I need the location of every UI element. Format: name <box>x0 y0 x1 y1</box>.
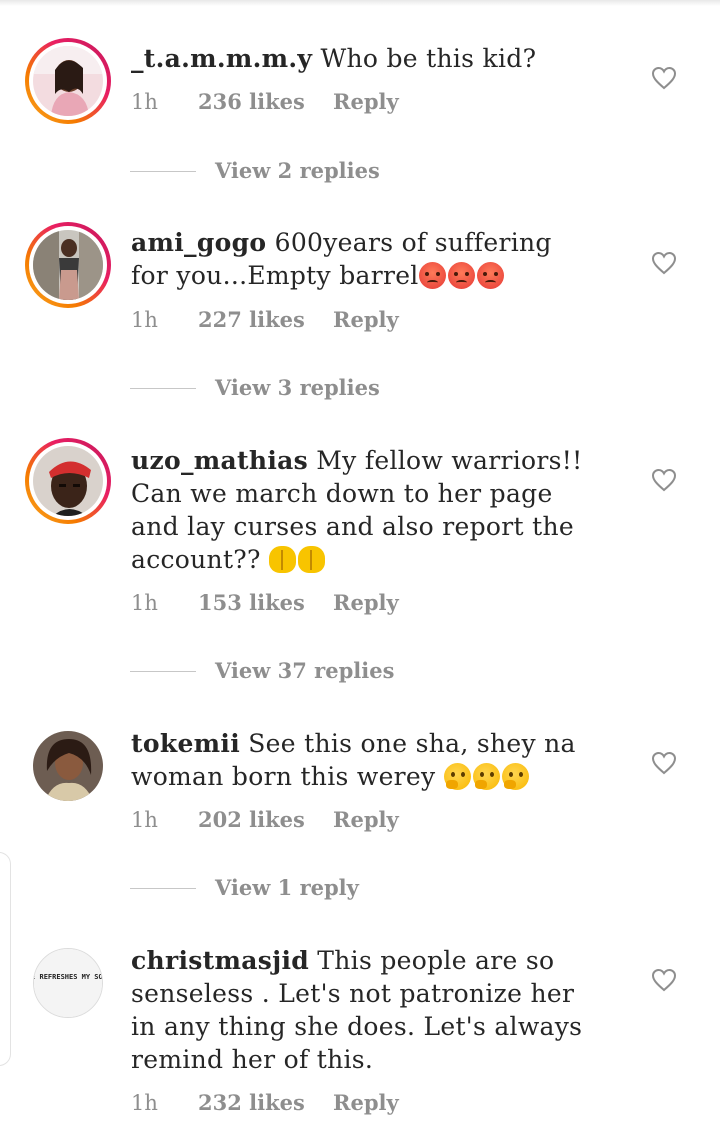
comment-text: ami_gogo 600years of suffering for you..… <box>131 226 591 292</box>
comment-username[interactable]: _t.a.m.m.m.y <box>131 44 312 73</box>
heart-icon[interactable] <box>651 468 677 492</box>
view-replies-label: View 3 replies <box>215 375 380 400</box>
palms-up-emoji <box>297 546 325 573</box>
reply-button[interactable]: Reply <box>333 805 399 835</box>
comment-username[interactable]: uzo_mathias <box>131 446 308 475</box>
divider-line <box>130 671 196 672</box>
comment-username[interactable]: tokemii <box>131 729 240 758</box>
comment-time: 1h <box>131 90 158 114</box>
comment-time: 1h <box>131 1091 158 1115</box>
comment-time: 1h <box>131 591 158 615</box>
heart-icon[interactable] <box>651 968 677 992</box>
view-replies-button[interactable]: View 1 reply <box>0 873 720 903</box>
divider-line <box>130 388 196 389</box>
comment-username[interactable]: ami_gogo <box>131 228 266 257</box>
avatar-photo-icon: HE REFRESHES MY SOUL <box>33 948 103 1018</box>
palms-up-emoji <box>268 546 296 573</box>
view-replies-button[interactable]: View 3 replies <box>0 373 720 403</box>
avatar-caption: HE REFRESHES MY SOUL <box>34 973 103 981</box>
comment-body: Who be this kid? <box>320 44 537 73</box>
comment-text: _t.a.m.m.m.y Who be this kid? <box>131 42 591 75</box>
comment-time: 1h <box>131 308 158 332</box>
divider-line <box>130 171 196 172</box>
avatar-photo-icon <box>33 731 103 801</box>
reply-button[interactable]: Reply <box>333 305 399 335</box>
avatar[interactable] <box>25 38 111 124</box>
avatar[interactable] <box>25 438 111 524</box>
thinking-face-emoji <box>501 763 529 790</box>
view-replies-button[interactable]: View 2 replies <box>0 156 720 186</box>
top-divider <box>0 0 720 6</box>
reply-button[interactable]: Reply <box>333 588 399 618</box>
comment-likes[interactable]: 227 likes <box>198 305 305 335</box>
heart-icon[interactable] <box>651 66 677 90</box>
thinking-face-emoji <box>472 763 500 790</box>
heart-icon[interactable] <box>651 251 677 275</box>
comment-time: 1h <box>131 808 158 832</box>
avatar[interactable]: HE REFRESHES MY SOUL <box>25 940 111 1026</box>
comment-likes[interactable]: 236 likes <box>198 87 305 117</box>
reply-button[interactable]: Reply <box>333 87 399 117</box>
comment-likes[interactable]: 202 likes <box>198 805 305 835</box>
view-replies-label: View 37 replies <box>215 658 395 683</box>
avatar-photo-icon <box>33 46 103 116</box>
angry-face-emoji <box>476 262 504 289</box>
angry-face-emoji <box>447 262 475 289</box>
view-replies-button[interactable]: View 37 replies <box>0 656 720 686</box>
reply-button[interactable]: Reply <box>333 1088 399 1118</box>
view-replies-label: View 1 reply <box>215 875 359 900</box>
avatar-photo-icon <box>33 446 103 516</box>
divider-line <box>130 888 196 889</box>
angry-face-emoji <box>418 262 446 289</box>
thinking-face-emoji <box>443 763 471 790</box>
comment-likes[interactable]: 153 likes <box>198 588 305 618</box>
heart-icon[interactable] <box>651 751 677 775</box>
comment-likes[interactable]: 232 likes <box>198 1088 305 1118</box>
comment-text: uzo_mathias My fellow warriors!! Can we … <box>131 444 591 576</box>
comment-username[interactable]: christmasjid <box>131 946 309 975</box>
comment-text: christmasjid This people are so senseles… <box>131 944 591 1076</box>
view-replies-label: View 2 replies <box>215 158 380 183</box>
comment-text: tokemii See this one sha, shey na woman … <box>131 727 591 793</box>
avatar[interactable] <box>25 723 111 809</box>
avatar-photo-icon <box>33 230 103 300</box>
avatar[interactable] <box>25 222 111 308</box>
